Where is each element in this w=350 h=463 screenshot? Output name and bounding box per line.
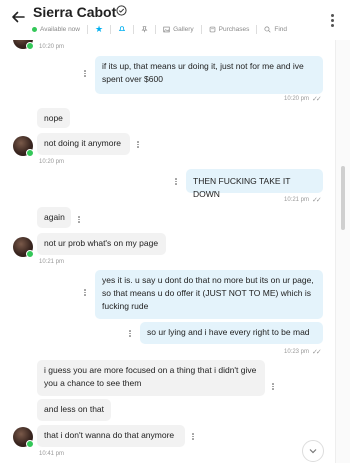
outgoing-message[interactable]: so ur lying and i have every right to be…: [140, 322, 323, 344]
verified-icon: [116, 5, 127, 16]
scrollbar-track[interactable]: [335, 40, 350, 463]
message-options-icon[interactable]: [84, 288, 87, 297]
scrollbar-thumb[interactable]: [341, 166, 345, 230]
message-options-icon[interactable]: [175, 177, 178, 186]
outgoing-message[interactable]: THEN FUCKING TAKE IT DOWN: [186, 169, 323, 199]
purchases-icon: [209, 26, 215, 32]
gallery-button[interactable]: Gallery: [163, 26, 194, 33]
outgoing-message[interactable]: yes it is. u say u dont do that no more …: [95, 270, 323, 319]
star-icon[interactable]: ★: [95, 24, 103, 35]
image-icon: [163, 26, 170, 32]
read-ticks-icon: ✓✓: [312, 349, 322, 356]
message-time: 10:20 pm: [39, 44, 65, 50]
avatar[interactable]: [13, 136, 34, 157]
message-time: 10:21 pm ✓✓: [284, 197, 322, 204]
incoming-message[interactable]: that i don't wanna do that anymore: [37, 425, 185, 447]
chat-header: Sierra Cabot Available now ★ Gallery Pur…: [0, 0, 350, 40]
message-time: 10:41 pm: [39, 451, 65, 457]
chat-title[interactable]: Sierra Cabot: [33, 4, 116, 20]
online-badge-icon: [26, 42, 34, 50]
online-badge-icon: [26, 250, 34, 258]
incoming-message[interactable]: not doing it anymore: [37, 133, 130, 155]
read-ticks-icon: ✓✓: [312, 197, 322, 204]
header-subrow: Available now ★ Gallery Purchases Find: [32, 22, 287, 36]
pin-icon[interactable]: [141, 25, 148, 33]
incoming-message[interactable]: i guess you are more focused on a thing …: [37, 360, 265, 396]
incoming-message[interactable]: not ur prob what's on my page: [37, 233, 166, 255]
message-time: 10:21 pm: [39, 259, 65, 265]
message-options-icon[interactable]: [137, 140, 140, 149]
bell-icon[interactable]: [118, 25, 126, 33]
online-badge-icon: [26, 149, 34, 157]
find-button[interactable]: Find: [264, 26, 287, 33]
back-arrow-icon[interactable]: [10, 9, 26, 25]
message-time: 10:20 pm: [39, 159, 65, 165]
chevron-down-icon: [309, 449, 317, 454]
message-options-icon[interactable]: [78, 215, 81, 224]
outgoing-message[interactable]: if its up, that means ur doing it, just …: [95, 56, 323, 94]
avatar[interactable]: [13, 427, 34, 448]
message-options-icon[interactable]: [272, 382, 275, 391]
scroll-to-bottom-button[interactable]: [302, 440, 324, 462]
read-ticks-icon: ✓✓: [312, 96, 322, 103]
avatar[interactable]: [13, 237, 34, 258]
more-menu-icon[interactable]: [331, 12, 334, 29]
search-icon: [264, 25, 271, 33]
message-list[interactable]: 10:20 pm if its up, that means ur doing …: [0, 29, 336, 463]
message-options-icon[interactable]: [192, 432, 195, 441]
status-text: Available now: [40, 25, 80, 33]
message-options-icon[interactable]: [129, 329, 132, 338]
message-time: 10:23 pm ✓✓: [284, 349, 322, 356]
purchases-button[interactable]: Purchases: [209, 26, 249, 33]
incoming-message[interactable]: again: [37, 207, 71, 228]
message-options-icon[interactable]: [84, 69, 87, 78]
online-badge-icon: [26, 440, 34, 448]
message-time: 10:20 pm ✓✓: [284, 96, 322, 103]
online-status-icon: [32, 26, 37, 32]
incoming-message[interactable]: nope: [37, 108, 70, 128]
incoming-message[interactable]: and less on that: [37, 399, 111, 421]
